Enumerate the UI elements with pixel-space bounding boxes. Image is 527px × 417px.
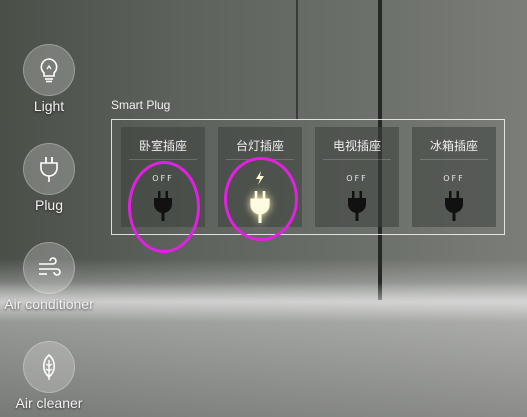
sidebar-item-label: Air conditioner [4,296,94,312]
background-line [296,0,298,120]
plug-card-tv[interactable]: 电视插座 OFF [315,127,399,227]
wind-icon [23,242,75,294]
plug-status: OFF [443,174,465,183]
panel-title: Smart Plug [111,98,171,112]
sidebar-item-label: Plug [34,197,64,213]
annotation-circle [128,161,200,253]
leaf-icon [23,341,75,393]
sidebar-item-air-conditioner[interactable]: Air conditioner [1,242,97,312]
plug-status: OFF [346,174,368,183]
divider [129,159,197,160]
sidebar-item-light[interactable]: Light [1,44,97,114]
plug-name: 电视插座 [332,139,381,153]
bulb-icon [23,44,75,96]
divider [323,159,391,160]
sidebar-item-label: Air cleaner [15,395,83,411]
sidebar-item-air-cleaner[interactable]: Air cleaner [1,341,97,411]
plug-name: 冰箱插座 [429,139,478,153]
plug-name: 卧室插座 [138,139,187,153]
sidebar-item-label: Light [33,98,65,114]
plug-name: 台灯插座 [235,139,284,153]
sidebar-item-plug[interactable]: Plug [1,143,97,213]
divider [420,159,488,160]
plug-card-fridge[interactable]: 冰箱插座 OFF [412,127,496,227]
plug-icon[interactable] [315,191,399,221]
plug-icon [23,143,75,195]
annotation-circle [224,157,298,241]
plug-icon[interactable] [412,191,496,221]
